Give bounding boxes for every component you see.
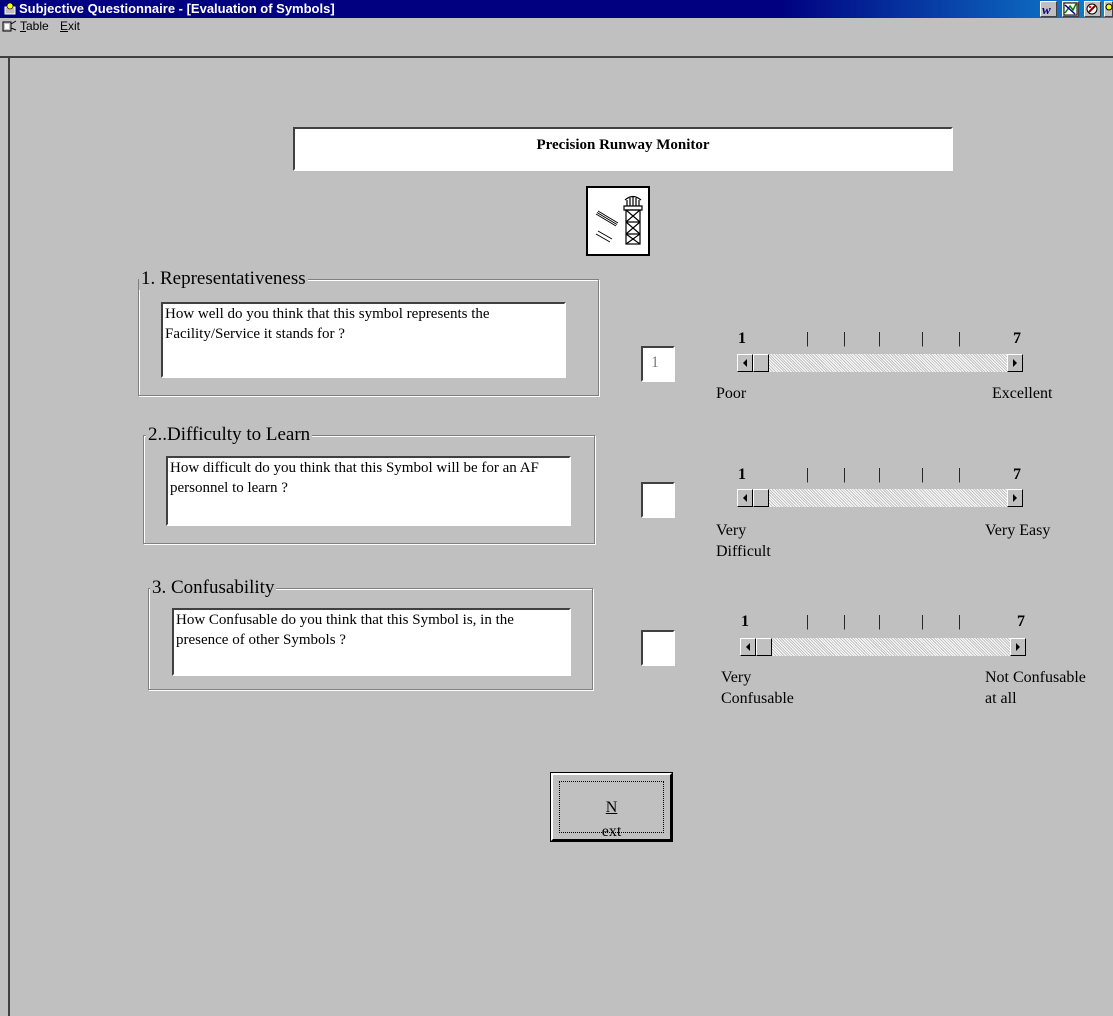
menu-table[interactable]: Table	[20, 19, 49, 33]
next-button[interactable]: Next	[551, 773, 672, 841]
slider-thumb-3[interactable]	[756, 638, 772, 656]
key-icon[interactable]	[1104, 1, 1113, 17]
menu-exit[interactable]: Exit	[60, 19, 80, 33]
svg-text:w: w	[1042, 2, 1051, 16]
paint-icon[interactable]	[1084, 1, 1101, 17]
scale-max-2: 7	[1013, 466, 1021, 483]
symbol-title: Precision Runway Monitor	[536, 137, 710, 153]
chart-icon[interactable]	[1062, 1, 1079, 17]
scale-label-low-1: Poor	[716, 385, 747, 402]
symbol-title-box: Precision Runway Monitor	[293, 127, 953, 171]
menu-bar: Table Exit	[0, 18, 1113, 58]
scale-label-low-3: Very Confusable	[721, 669, 794, 707]
slider-left-arrow-1[interactable]	[737, 354, 753, 372]
scale-min-3: 1	[741, 613, 749, 630]
rating-slider-2[interactable]	[737, 489, 1023, 507]
scale-label-high-2: Very Easy	[985, 522, 1051, 539]
question-text-1: How well do you think that this symbol r…	[161, 302, 566, 378]
slider-right-arrow-2[interactable]	[1007, 489, 1023, 507]
slider-left-arrow-3[interactable]	[740, 638, 756, 656]
scale-label-high-3: Not Confusable at all	[985, 669, 1086, 707]
scale-max-1: 7	[1013, 330, 1021, 347]
scale-label-low-2: Very Difficult	[716, 522, 771, 560]
precision-runway-monitor-symbol-icon	[586, 186, 650, 256]
w-icon[interactable]: w	[1040, 1, 1057, 17]
scale-max-3: 7	[1017, 613, 1025, 630]
document-icon[interactable]	[2, 19, 18, 33]
heading-representativeness: 1. Representativeness	[139, 268, 308, 290]
slider-thumb-2[interactable]	[753, 489, 769, 507]
scale-min-1: 1	[738, 330, 746, 347]
question-text-2: How difficult do you think that this Sym…	[166, 456, 571, 526]
scale-min-2: 1	[738, 466, 746, 483]
heading-difficulty: 2..Difficulty to Learn	[146, 424, 313, 446]
rating-slider-1[interactable]	[737, 354, 1023, 372]
heading-confusability: 3. Confusability	[150, 577, 277, 599]
rating-slider-3[interactable]	[740, 638, 1026, 656]
slider-right-arrow-1[interactable]	[1007, 354, 1023, 372]
answer-box-3[interactable]	[641, 630, 675, 666]
answer-box-2[interactable]	[641, 482, 675, 518]
answer-box-1[interactable]: 1	[641, 346, 675, 382]
app-icon	[4, 2, 16, 15]
slider-left-arrow-2[interactable]	[737, 489, 753, 507]
next-button-label: Next	[601, 799, 622, 840]
title-bar[interactable]: Subjective Questionnaire - [Evaluation o…	[0, 0, 1113, 18]
window-title: Subjective Questionnaire - [Evaluation o…	[19, 1, 335, 16]
slider-thumb-1[interactable]	[753, 354, 769, 372]
question-text-3: How Confusable do you think that this Sy…	[172, 608, 571, 676]
scale-label-high-1: Excellent	[992, 385, 1053, 402]
slider-right-arrow-3[interactable]	[1010, 638, 1026, 656]
answer-value-1: 1	[651, 354, 659, 371]
